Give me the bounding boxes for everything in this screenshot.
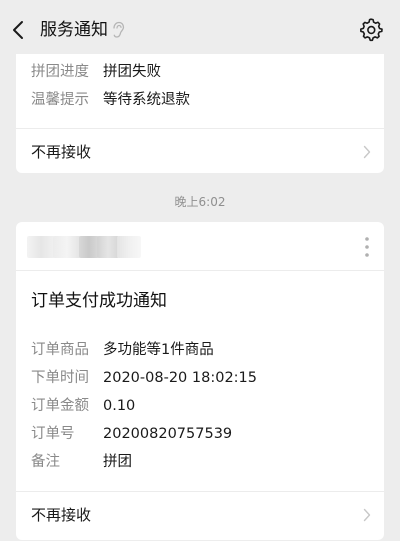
- chevron-right-icon: [363, 145, 371, 159]
- detail-value: 多功能等1件商品: [103, 342, 214, 358]
- unsubscribe-row[interactable]: 不再接收: [16, 129, 384, 173]
- detail-value: 拼团: [103, 454, 132, 470]
- detail-label: 拼团进度: [31, 64, 89, 80]
- detail-row: 订单商品 多功能等1件商品: [31, 340, 214, 360]
- detail-value: 20200820757539: [103, 426, 233, 442]
- blur-segment: [117, 236, 141, 258]
- gear-icon[interactable]: [359, 18, 383, 42]
- ear-icon[interactable]: [111, 21, 125, 39]
- blur-segment: [27, 236, 55, 258]
- unsubscribe-label: 不再接收: [31, 506, 92, 524]
- detail-label: 订单金额: [31, 398, 89, 414]
- back-arrow-icon[interactable]: [11, 20, 27, 40]
- blur-segment: [79, 236, 99, 258]
- detail-value: 0.10: [103, 398, 136, 414]
- detail-row: 温馨提示 等待系统退款: [31, 90, 190, 110]
- detail-label: 备注: [31, 454, 60, 470]
- unsubscribe-label: 不再接收: [31, 143, 92, 161]
- detail-value: 拼团失败: [103, 64, 161, 80]
- blur-segment: [53, 236, 81, 258]
- chevron-right-icon: [363, 508, 371, 522]
- detail-row: 订单号 20200820757539: [31, 424, 232, 444]
- detail-row: 备注 拼团: [31, 452, 132, 472]
- detail-row: 订单金额 0.10: [31, 396, 135, 416]
- notification-card-group-buy: 拼团进度 拼团失败 温馨提示 等待系统退款 不再接收: [16, 54, 384, 173]
- detail-label: 订单商品: [31, 342, 89, 358]
- sender-name-blurred[interactable]: [27, 232, 147, 262]
- top-bar: 服务通知: [0, 0, 400, 58]
- detail-value: 等待系统退款: [103, 92, 190, 108]
- detail-label: 温馨提示: [31, 92, 89, 108]
- blur-segment: [97, 236, 119, 258]
- message-timestamp: 晚上6:02: [174, 195, 226, 209]
- detail-label: 订单号: [31, 426, 75, 442]
- unsubscribe-row[interactable]: 不再接收: [16, 492, 384, 538]
- notification-title: 订单支付成功通知: [31, 291, 167, 311]
- page-title: 服务通知: [40, 20, 108, 40]
- detail-value: 2020-08-20 18:02:15: [103, 370, 257, 386]
- detail-label: 下单时间: [31, 370, 89, 386]
- divider: [16, 270, 384, 271]
- notification-card-order-paid[interactable]: 订单支付成功通知 订单商品 多功能等1件商品 下单时间 2020-08-20 18:…: [16, 222, 384, 540]
- detail-row: 拼团进度 拼团失败: [31, 62, 161, 82]
- detail-row: 下单时间 2020-08-20 18:02:15: [31, 368, 257, 388]
- more-vertical-icon[interactable]: [364, 236, 370, 258]
